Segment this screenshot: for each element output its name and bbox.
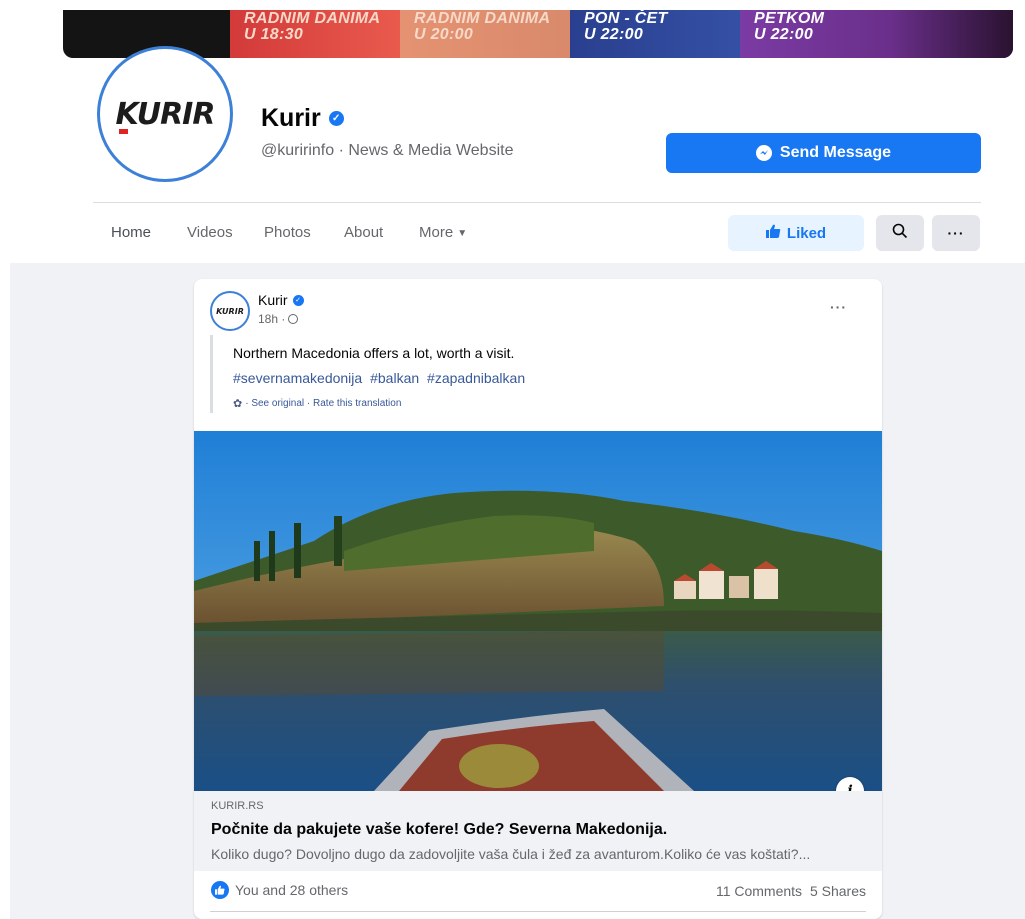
post-timestamp: 18h · bbox=[258, 312, 299, 326]
hashtag-link[interactable]: #severnamakedonija bbox=[233, 370, 362, 386]
gear-icon: ✿ bbox=[233, 398, 243, 410]
post-time-text[interactable]: 18h · bbox=[258, 312, 285, 326]
send-message-label: Send Message bbox=[779, 144, 892, 161]
post-stats: 11 Comments 5 Shares bbox=[712, 883, 866, 899]
verified-badge-icon: ✓ bbox=[328, 111, 344, 126]
link-title: Počnite da pakujete vaše kofere! Gde? Se… bbox=[211, 821, 668, 838]
cover-segment-line: PON - ČET bbox=[584, 10, 668, 27]
translation-links[interactable]: · See original · Rate this translation bbox=[245, 398, 401, 409]
search-icon bbox=[892, 223, 908, 244]
thumbs-up-icon bbox=[765, 224, 781, 242]
cover-segment-line: U 22:00 bbox=[754, 26, 814, 43]
profile-avatar[interactable]: KURIR bbox=[97, 46, 233, 182]
tab-videos[interactable]: Videos bbox=[187, 224, 233, 241]
hashtag-link[interactable]: #zapadnibalkan bbox=[427, 370, 525, 386]
tab-home[interactable]: Home bbox=[111, 224, 151, 241]
page-name-text: Kurir bbox=[261, 104, 321, 132]
cover-segment-line: RADNIM DANIMA bbox=[244, 10, 381, 27]
cover-segment: RADNIM DANIMA U 20:00 bbox=[400, 10, 570, 58]
post-author: Kurir ✓ bbox=[258, 292, 304, 308]
feed-post: KURIR Kurir ✓ 18h · ··· Northern Macedon… bbox=[194, 279, 882, 919]
reactions-summary[interactable]: You and 28 others bbox=[211, 881, 348, 899]
reactions-text: You and 28 others bbox=[235, 882, 349, 898]
cover-segment-line: PETKOM bbox=[754, 10, 825, 27]
comments-count[interactable]: 11 Comments bbox=[716, 883, 802, 899]
cover-segment-line: U 20:00 bbox=[414, 26, 474, 43]
verified-badge-icon: ✓ bbox=[292, 294, 304, 306]
shares-count[interactable]: 5 Shares bbox=[810, 883, 866, 899]
post-image[interactable] bbox=[194, 431, 882, 791]
translation-meta: ✿ · See original · Rate this translation bbox=[233, 397, 401, 410]
translated-text-block: Northern Macedonia offers a lot, worth a… bbox=[210, 335, 770, 413]
caret-down-icon: ▼ bbox=[457, 228, 468, 239]
page-subtitle: @kuririnfo · News & Media Website bbox=[261, 142, 514, 159]
like-reaction-icon bbox=[211, 881, 229, 899]
cover-banner: RADNIM DANIMA U 18:30 RADNIM DANIMA U 20… bbox=[63, 10, 1013, 58]
page-title: Kurir ✓ bbox=[261, 104, 344, 133]
cover-segment: RADNIM DANIMA U 18:30 bbox=[230, 10, 400, 58]
cover-segment-line: U 18:30 bbox=[244, 26, 304, 43]
search-button[interactable] bbox=[876, 215, 924, 251]
liked-label: Liked bbox=[786, 224, 827, 242]
post-options-button[interactable]: ··· bbox=[830, 299, 847, 315]
post-avatar[interactable]: KURIR bbox=[210, 291, 250, 331]
post-divider bbox=[210, 911, 866, 912]
more-options-button[interactable]: ··· bbox=[932, 215, 980, 251]
post-author-name[interactable]: Kurir bbox=[258, 292, 288, 308]
post-text: Northern Macedonia offers a lot, worth a… bbox=[233, 345, 515, 361]
tab-photos[interactable]: Photos bbox=[264, 224, 311, 241]
header-divider bbox=[93, 202, 981, 203]
lake-landscape-image bbox=[194, 431, 882, 791]
tab-more[interactable]: More ▼ bbox=[419, 224, 467, 241]
link-domain: KURIR.RS bbox=[211, 800, 264, 812]
hashtag-list: #severnamakedonija #balkan #zapadnibalka… bbox=[233, 370, 529, 386]
ellipsis-icon: ··· bbox=[947, 225, 965, 241]
link-preview[interactable]: KURIR.RS Počnite da pakujete vaše kofere… bbox=[194, 791, 882, 871]
liked-button[interactable]: Liked bbox=[728, 215, 864, 251]
cover-segment-line: RADNIM DANIMA bbox=[414, 10, 551, 27]
tab-about[interactable]: About bbox=[344, 224, 383, 241]
cover-segment-line: U 22:00 bbox=[584, 26, 644, 43]
link-description: Koliko dugo? Dovoljno dugo da zadovoljit… bbox=[211, 846, 811, 862]
kurir-logo: KURIR bbox=[115, 96, 215, 134]
send-message-button[interactable]: Send Message bbox=[666, 133, 981, 173]
hashtag-link[interactable]: #balkan bbox=[370, 370, 419, 386]
cover-segment: PON - ČET U 22:00 bbox=[570, 10, 740, 58]
cover-segment: PETKOM U 22:00 bbox=[740, 10, 1013, 58]
messenger-icon bbox=[755, 145, 772, 161]
globe-icon bbox=[288, 314, 299, 324]
tab-more-label: More bbox=[419, 224, 454, 241]
